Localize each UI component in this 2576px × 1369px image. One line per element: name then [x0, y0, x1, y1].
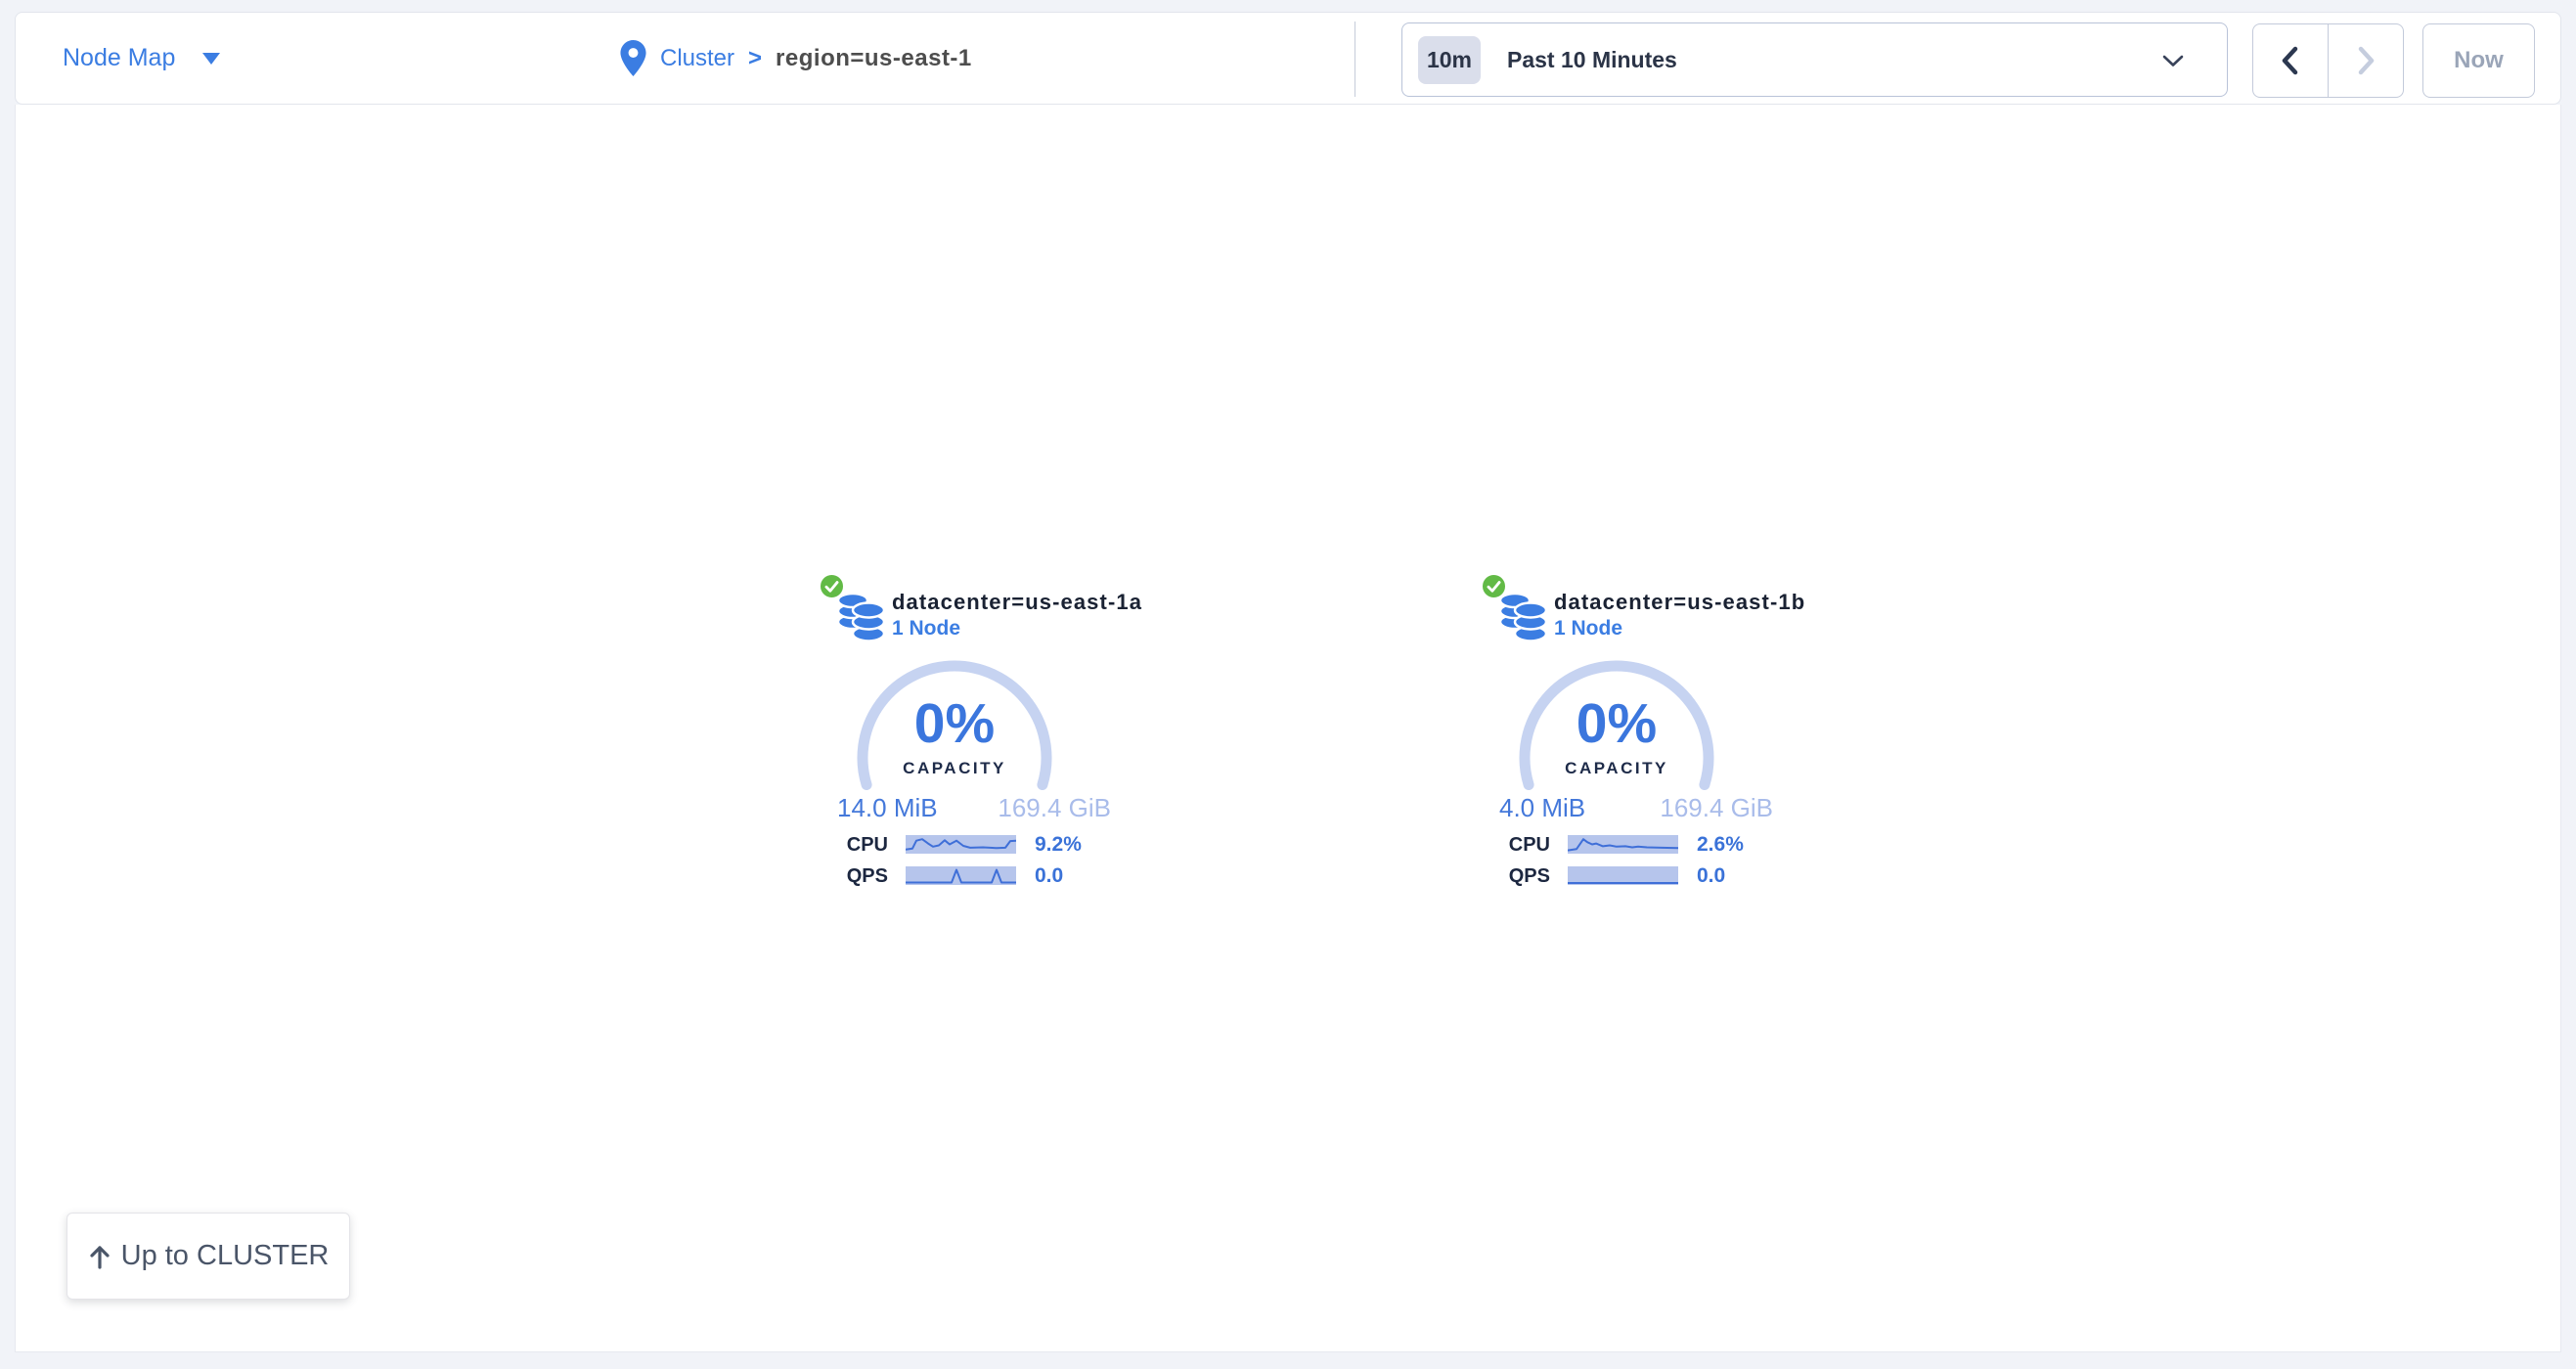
capacity-values-row: 4.0 MiB 169.4 GiB — [1499, 793, 1773, 823]
capacity-used-value: 4.0 MiB — [1499, 793, 1585, 823]
breadcrumb-cluster-link[interactable]: Cluster — [660, 45, 734, 72]
view-selector-dropdown[interactable]: Node Map — [63, 13, 220, 104]
qps-label: QPS — [1485, 865, 1550, 888]
cpu-value: 9.2% — [1035, 833, 1082, 857]
time-nav-arrows — [2252, 23, 2404, 98]
qps-sparkline — [906, 866, 1016, 885]
capacity-percent: 0% — [855, 691, 1054, 756]
cpu-value: 2.6% — [1697, 833, 1744, 857]
up-to-cluster-button[interactable]: Up to CLUSTER — [67, 1213, 350, 1300]
capacity-label: CAPACITY — [855, 759, 1054, 778]
breadcrumb: Cluster > region=us-east-1 — [620, 13, 972, 104]
datacenter-card-us-east-1b[interactable]: datacenter=us-east-1b 1 Node 0% CAPACITY… — [1475, 564, 1886, 985]
capacity-percent: 0% — [1517, 691, 1716, 756]
qps-label: QPS — [822, 865, 888, 888]
map-pin-icon — [620, 40, 646, 76]
time-prev-button[interactable] — [2253, 24, 2329, 97]
cpu-sparkline-path — [1568, 839, 1678, 850]
capacity-label: CAPACITY — [1517, 759, 1716, 778]
time-next-button[interactable] — [2329, 24, 2403, 97]
datacenter-node-count: 1 Node — [1554, 617, 1622, 640]
qps-sparkline-path — [906, 870, 1016, 883]
qps-value: 0.0 — [1697, 864, 1725, 888]
capacity-used-value: 14.0 MiB — [837, 793, 938, 823]
datacenter-title: datacenter=us-east-1b — [1554, 590, 1805, 615]
qps-sparkline — [1568, 866, 1678, 885]
map-content-area: datacenter=us-east-1a 1 Node 0% CAPACITY… — [15, 105, 2561, 1352]
cpu-sparkline — [906, 835, 1016, 854]
time-window-badge: 10m — [1418, 36, 1481, 84]
chevron-down-icon — [2162, 55, 2184, 72]
cpu-label: CPU — [822, 834, 888, 857]
cpu-sparkline — [1568, 835, 1678, 854]
database-stack-icon — [837, 591, 886, 648]
now-button[interactable]: Now — [2422, 23, 2535, 98]
capacity-values-row: 14.0 MiB 169.4 GiB — [837, 793, 1111, 823]
qps-value: 0.0 — [1035, 864, 1063, 888]
database-stack-icon — [1499, 591, 1548, 648]
view-selector-label: Node Map — [63, 44, 175, 72]
healthy-check-icon — [1481, 573, 1507, 599]
capacity-total-value: 169.4 GiB — [1660, 793, 1773, 823]
time-window-dropdown[interactable]: 10m Past 10 Minutes — [1401, 22, 2228, 97]
breadcrumb-separator: > — [748, 45, 762, 72]
breadcrumb-current-region: region=us-east-1 — [776, 45, 972, 72]
header-bar: Node Map Cluster > region=us-east-1 10m … — [15, 12, 2561, 105]
time-window-label: Past 10 Minutes — [1507, 47, 1677, 73]
cpu-sparkline-path — [906, 839, 1016, 850]
up-to-cluster-label: Up to CLUSTER — [121, 1240, 330, 1272]
healthy-check-icon — [819, 573, 845, 599]
datacenter-node-count: 1 Node — [892, 617, 960, 640]
node-map-page: Node Map Cluster > region=us-east-1 10m … — [0, 0, 2576, 1369]
capacity-total-value: 169.4 GiB — [998, 793, 1111, 823]
caret-down-icon — [202, 53, 220, 65]
cpu-label: CPU — [1485, 834, 1550, 857]
arrow-up-icon — [88, 1244, 111, 1269]
chevron-right-icon — [2356, 45, 2376, 76]
chevron-left-icon — [2281, 45, 2300, 76]
datacenter-title: datacenter=us-east-1a — [892, 590, 1142, 615]
datacenter-card-us-east-1a[interactable]: datacenter=us-east-1a 1 Node 0% CAPACITY… — [813, 564, 1223, 985]
